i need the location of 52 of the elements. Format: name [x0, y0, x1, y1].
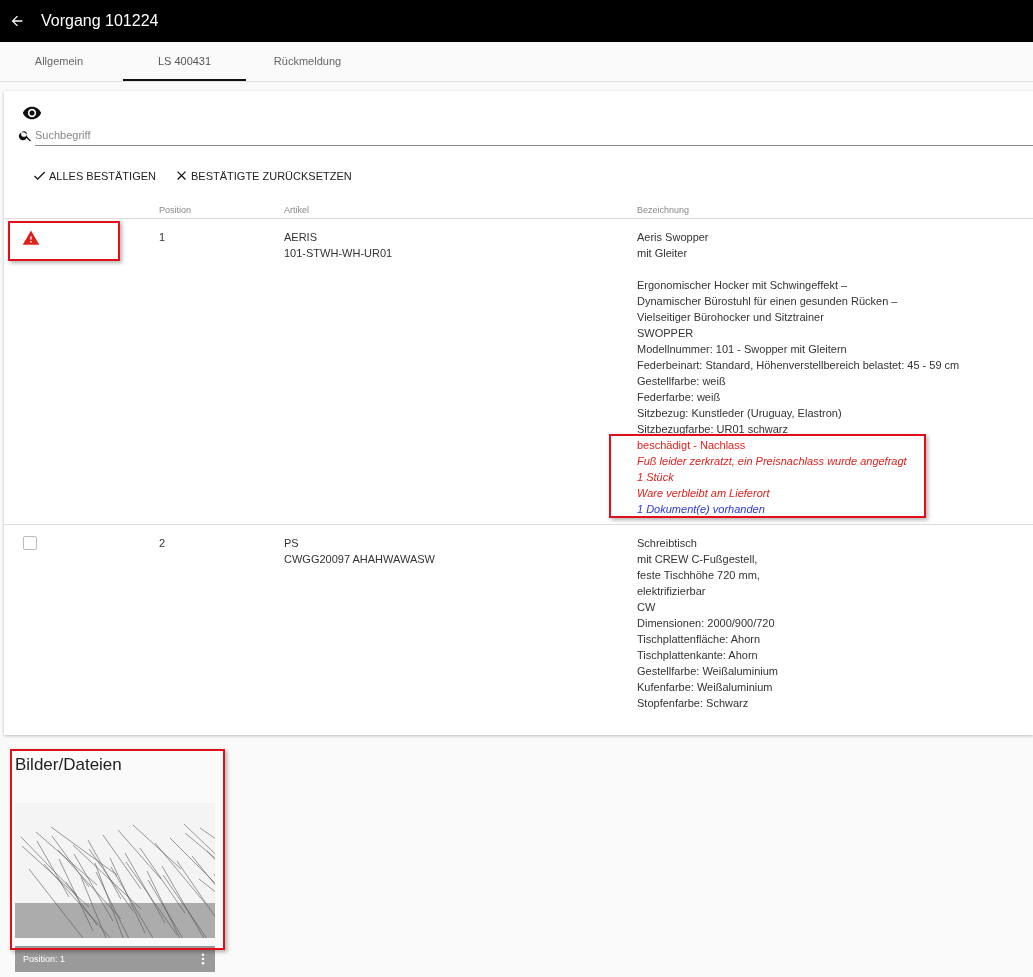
description-line: Sitzbezugfarbe: UR01 schwarz [637, 422, 789, 437]
more-vertical-icon[interactable] [201, 953, 205, 965]
back-arrow-icon[interactable] [9, 13, 25, 29]
description-line: Tischplattenfläche: Ahorn [637, 632, 762, 647]
description-line: mit CREW C-Fußgestell, [637, 552, 759, 567]
column-header: Bezeichnung [637, 205, 691, 215]
description-line: elektrifizierbar [637, 584, 707, 599]
table-cell-text: PS [284, 536, 300, 551]
note-text: 1 Stück [637, 470, 675, 485]
tab[interactable]: Rückmeldung [246, 42, 369, 81]
checkbox[interactable] [23, 536, 37, 550]
tab[interactable]: LS 400431 [123, 42, 246, 81]
caption-text: Position: 1 [23, 954, 66, 964]
description-line: feste Tischhöhe 720 mm, [637, 568, 761, 583]
description-line: Vielseitiger Bürohocker und Sitztrainer [637, 310, 825, 325]
table-cell-text: CWGG20097 AHAHWAWASW [284, 552, 436, 567]
description-line: Federfarbe: weiß [637, 390, 722, 405]
description-line: Schreibtisch [637, 536, 698, 551]
description-line: Gestellfarbe: Weißaluminium [637, 664, 779, 679]
description-line: Gestellfarbe: weiß [637, 374, 727, 389]
description-line: Kufenfarbe: Weißaluminium [637, 680, 774, 695]
description-line: Tischplattenkante: Ahorn [637, 648, 759, 663]
table-cell-text: 101-STWH-WH-UR01 [284, 246, 394, 261]
description-line: Dynamischer Bürostuhl für einen gesunden Rücken – [637, 294, 899, 309]
table-cell-text: AERIS [284, 230, 318, 245]
note-text: Fuß leider zerkratzt, ein Preisnachlass wurde angefragt [637, 454, 908, 469]
description-line: SWOPPER [637, 326, 695, 341]
action-button[interactable]: ALLES BESTÄTIGEN [30, 164, 158, 187]
description-line: mit Gleiter [637, 246, 689, 261]
document-link[interactable]: 1 Dokument(e) vorhanden [637, 501, 1033, 517]
note-text: beschädigt - Nachlass [637, 438, 747, 453]
action-button[interactable]: BESTÄTIGTE ZURÜCKSETZEN [172, 164, 354, 187]
search-icon [18, 128, 33, 143]
warning-icon [22, 229, 40, 247]
column-header: Position [159, 205, 193, 215]
tab[interactable]: Allgemein [0, 42, 118, 81]
table-cell-text: 1 [159, 230, 167, 245]
page-title: Vorgang 101224 [41, 12, 159, 30]
description-line: Stopfenfarbe: Schwarz [637, 696, 750, 711]
section-title: Bilder/Dateien [15, 755, 123, 776]
table-cell-text: 2 [159, 536, 167, 551]
search-field[interactable]: Suchbegriff [35, 125, 1033, 146]
scratch-photo-placeholder[interactable] [15, 803, 215, 938]
description-line: Federbeinart: Standard, Höhenverstellbereich belastet: 45 - 59 cm [637, 358, 961, 373]
description-line: Aeris Swopper [637, 230, 710, 245]
description-line: Modellnummer: 101 - Swopper mit Gleitern [637, 342, 848, 357]
description-line: Ergonomischer Hocker mit Schwingeffekt – [637, 278, 849, 293]
description-line: Dimensionen: 2000/900/720 [637, 616, 776, 631]
description-line: Sitzbezug: Kunstleder (Uruguay, Elastron) [637, 406, 843, 421]
column-header: Artikel [284, 205, 310, 215]
description-line: CW [637, 600, 657, 615]
note-text: Ware verbleibt am Lieferort [637, 486, 771, 501]
